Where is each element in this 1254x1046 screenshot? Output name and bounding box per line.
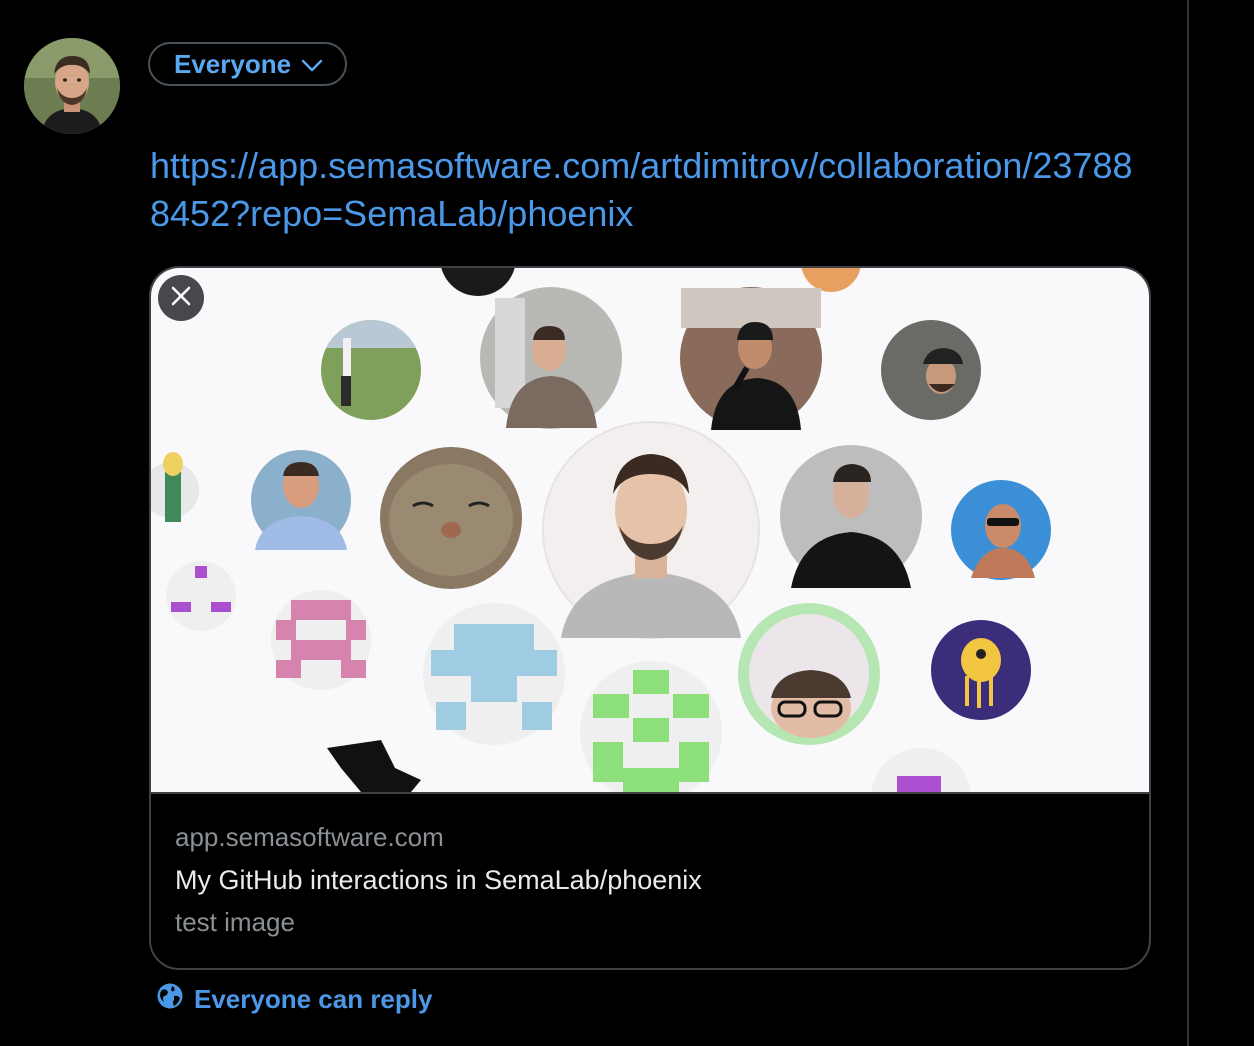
reply-setting-label: Everyone can reply	[194, 984, 433, 1014]
audience-label: Everyone	[174, 48, 292, 79]
link-preview-card[interactable]: app.semasoftware.com My GitHub interacti…	[149, 266, 1151, 970]
card-preview-image	[151, 268, 1149, 794]
chevron-down-icon	[301, 49, 323, 80]
user-avatar[interactable]	[24, 38, 120, 134]
avatar-collage	[151, 268, 1051, 792]
reply-setting-button[interactable]: Everyone can reply	[156, 982, 432, 1017]
remove-card-button[interactable]	[158, 275, 204, 321]
card-title: My GitHub interactions in SemaLab/phoeni…	[175, 865, 702, 895]
card-description: test image	[175, 907, 295, 937]
column-divider	[1187, 0, 1189, 1046]
audience-selector-button[interactable]: Everyone	[148, 42, 348, 86]
close-icon	[170, 285, 192, 312]
globe-icon	[156, 982, 184, 1017]
card-text-block: app.semasoftware.com My GitHub interacti…	[175, 820, 702, 942]
tweet-text-url[interactable]: https://app.semasoftware.com/artdimitrov…	[150, 142, 1145, 238]
card-domain: app.semasoftware.com	[175, 822, 444, 852]
tweet-composer: Everyone https://app.semasoftware.com/ar…	[0, 0, 1254, 1046]
